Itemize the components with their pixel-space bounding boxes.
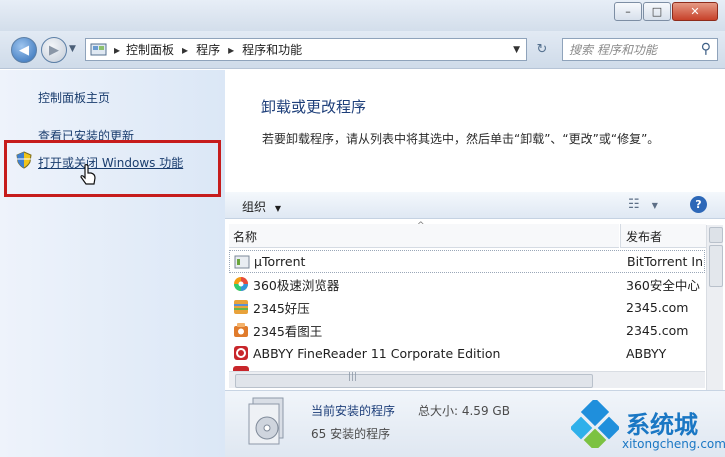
minimize-button[interactable]: – (614, 2, 642, 21)
arrow-left-icon: ◀ (19, 42, 29, 58)
page-description: 若要卸载程序，请从列表中将其选中，然后单击“卸载”、“更改”或“修复”。 (262, 132, 660, 146)
refresh-icon: ↻ (536, 42, 548, 57)
vertical-scrollbar[interactable] (706, 225, 723, 390)
sort-ascending-icon: ^ (417, 221, 425, 231)
scroll-up-button[interactable] (709, 227, 723, 243)
archive-icon (234, 300, 248, 314)
forward-button[interactable]: ▶ (41, 37, 67, 63)
column-header-name[interactable]: 名称 ^ (229, 221, 619, 248)
breadcrumb-separator: ▸ (114, 42, 121, 57)
close-button[interactable]: ✕ (672, 2, 718, 21)
page-title: 卸载或更改程序 (261, 98, 367, 116)
program-publisher: 2345.com (626, 300, 689, 315)
chevron-down-icon: ▼ (274, 204, 281, 213)
program-publisher: 2345.com (626, 323, 689, 338)
organize-label: 组织 (242, 200, 267, 214)
program-publisher: 360安全中心 (626, 278, 700, 293)
view-options-button[interactable]: ☷ ▼ (628, 197, 658, 212)
control-panel-icon (90, 43, 107, 55)
search-input[interactable]: 搜索 程序和功能 ⚲ (562, 38, 718, 61)
column-header-publisher[interactable]: 发布者 (620, 224, 706, 248)
browser-360-icon (234, 277, 248, 291)
image-viewer-icon (234, 323, 248, 337)
program-publisher: ABBYY (626, 346, 667, 361)
breadcrumb-item-programs[interactable]: 程序 (196, 41, 220, 58)
view-list-icon: ☷ (628, 197, 640, 212)
status-program-count: 65 安装的程序 (311, 427, 391, 441)
table-row[interactable]: 2345看图王 2345.com (229, 319, 705, 342)
sidebar-item-control-panel-home[interactable]: 控制面板主页 (38, 89, 110, 106)
program-name: µTorrent (254, 254, 306, 269)
help-icon: ? (695, 198, 702, 211)
breadcrumb-separator: ▸ (228, 42, 235, 57)
maximize-button[interactable]: □ (643, 2, 671, 21)
table-row[interactable]: ABBYY FineReader 11 Corporate Edition AB… (229, 342, 705, 365)
abbyy-icon (234, 346, 248, 360)
maximize-icon: □ (651, 5, 663, 18)
grip-icon: ||| (348, 372, 358, 382)
organize-button[interactable]: 组织 ▼ (242, 198, 281, 215)
watermark-brand: 系统城 (626, 411, 698, 439)
horizontal-scroll-thumb[interactable]: ||| (235, 372, 593, 388)
address-dropdown-icon[interactable]: ▼ (513, 45, 520, 55)
program-name: 360极速浏览器 (253, 278, 340, 293)
table-row[interactable]: µTorrent BitTorrent In (229, 250, 705, 273)
table-row[interactable]: 2345好压 2345.com (229, 296, 705, 319)
vertical-scroll-thumb[interactable] (709, 245, 723, 287)
program-name: 2345好压 (253, 301, 310, 316)
search-icon[interactable]: ⚲ (701, 41, 711, 57)
chevron-down-icon: ▼ (651, 201, 658, 210)
watermark-logo (571, 400, 619, 448)
status-label: 当前安装的程序 (311, 404, 396, 418)
status-total-size: 总大小: 4.59 GB (418, 404, 510, 418)
arrow-right-icon: ▶ (49, 42, 59, 58)
refresh-button[interactable]: ↻ (529, 38, 555, 61)
breadcrumb-item-control-panel[interactable]: 控制面板 (126, 41, 174, 58)
close-icon: ✕ (690, 5, 700, 18)
breadcrumb-item-programs-features[interactable]: 程序和功能 (242, 41, 302, 58)
highlight-box (4, 140, 221, 197)
help-button[interactable]: ? (690, 196, 707, 213)
installed-programs-icon (248, 397, 284, 445)
table-row[interactable]: 360极速浏览器 360安全中心 (229, 273, 705, 296)
recent-pages-dropdown[interactable]: ▼ (69, 44, 76, 54)
breadcrumb-separator: ▸ (182, 42, 189, 57)
program-publisher: BitTorrent In (627, 254, 703, 269)
program-name: ABBYY FineReader 11 Corporate Edition (253, 346, 501, 361)
search-placeholder: 搜索 程序和功能 (569, 43, 657, 57)
watermark-url: xitongcheng.com (622, 437, 725, 451)
horizontal-scrollbar[interactable]: ||| (229, 371, 705, 388)
column-name-label: 名称 (233, 230, 258, 244)
minimize-icon: – (625, 5, 631, 18)
utorrent-icon (234, 255, 250, 269)
back-button[interactable]: ◀ (11, 37, 37, 63)
address-bar[interactable]: ▸ 控制面板 ▸ 程序 ▸ 程序和功能 ▼ (85, 38, 527, 61)
column-publisher-label: 发布者 (626, 230, 663, 244)
program-name: 2345看图王 (253, 324, 323, 339)
